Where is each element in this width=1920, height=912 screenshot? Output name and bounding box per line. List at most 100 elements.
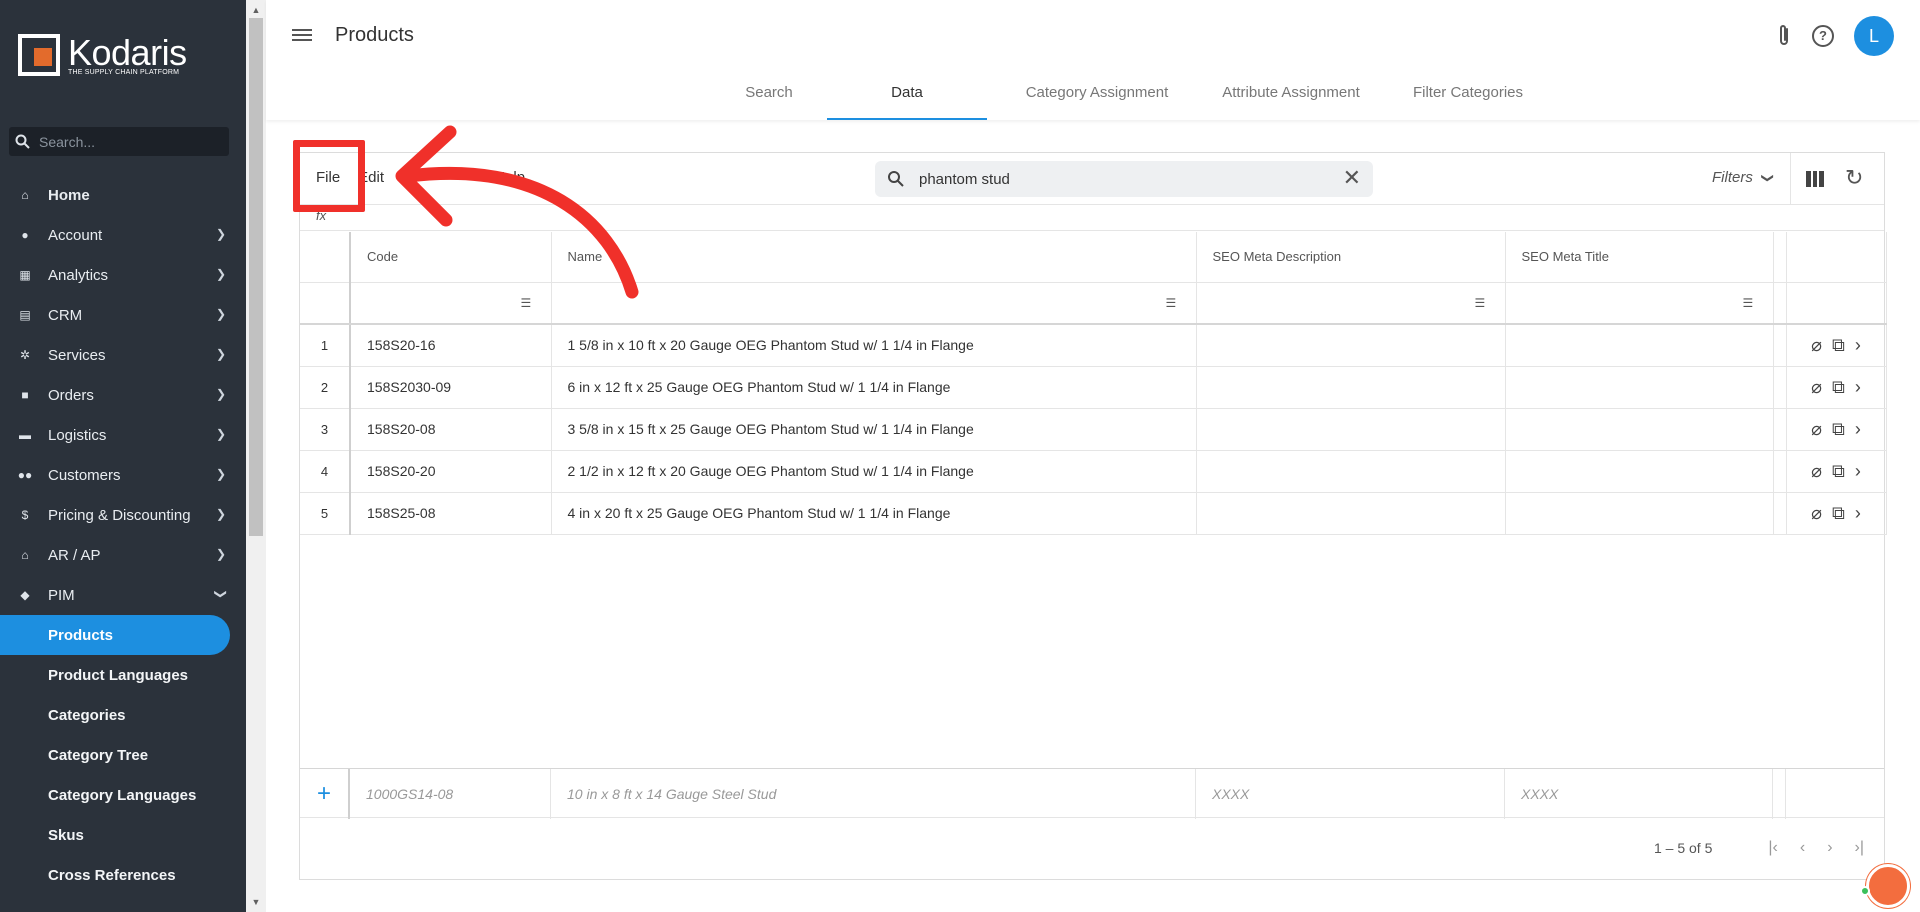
sidebar-search-input[interactable] — [39, 133, 209, 150]
refresh-icon[interactable]: ↻ — [1845, 165, 1863, 191]
sidebar-item-pricing[interactable]: $ Pricing & Discounting ❯ — [0, 495, 246, 535]
cell-seo-desc[interactable] — [1196, 408, 1506, 451]
sidebar-item-services[interactable]: ✲ Services ❯ — [0, 335, 246, 375]
new-row-name-placeholder[interactable]: 10 in x 8 ft x 14 Gauge Steel Stud — [551, 769, 1196, 819]
cell-seo-title[interactable] — [1505, 450, 1774, 493]
scrollbar-thumb[interactable] — [249, 18, 263, 536]
sidebar-subitem-category-languages[interactable]: Category Languages — [0, 775, 246, 815]
close-icon[interactable]: ✕ — [1343, 167, 1361, 189]
chevron-right-icon[interactable]: › — [1855, 419, 1861, 440]
filters-dropdown[interactable]: Filters ❯ — [1712, 169, 1775, 186]
tab-category-assignment[interactable]: Category Assignment — [997, 78, 1197, 120]
filter-cell-seo-title[interactable]: ☰ — [1505, 282, 1774, 325]
sidebar-item-crm[interactable]: ▤ CRM ❯ — [0, 295, 246, 335]
sidebar-subitem-skus[interactable]: Skus — [0, 815, 246, 855]
table-row[interactable]: 5 158S25-08 4 in x 20 ft x 25 Gauge OEG … — [300, 492, 1887, 535]
cell-seo-desc[interactable] — [1196, 324, 1506, 367]
row-actions: ⌀ ⧉ › — [1786, 324, 1887, 367]
chevron-right-icon[interactable]: › — [1855, 503, 1861, 524]
row-actions: ⌀ ⧉ › — [1786, 408, 1887, 451]
cell-seo-desc[interactable] — [1196, 492, 1506, 535]
new-row-seo-desc-placeholder[interactable]: XXXX — [1196, 769, 1505, 819]
cell-name[interactable]: 4 in x 20 ft x 25 Gauge OEG Phantom Stud… — [551, 492, 1197, 535]
column-header-seo-meta-description[interactable]: SEO Meta Description — [1196, 232, 1506, 283]
cell-name[interactable]: 2 1/2 in x 12 ft x 20 Gauge OEG Phantom … — [551, 450, 1197, 493]
columns-icon[interactable] — [1806, 171, 1826, 187]
sidebar-subitem-product-languages[interactable]: Product Languages — [0, 655, 246, 695]
tab-filter-categories[interactable]: Filter Categories — [1383, 78, 1553, 120]
first-page-icon[interactable]: |‹ — [1768, 839, 1777, 857]
sidebar-item-pim[interactable]: ◆ PIM ❯ — [0, 575, 246, 615]
cell-name[interactable]: 3 5/8 in x 15 ft x 25 Gauge OEG Phantom … — [551, 408, 1197, 451]
open-external-icon[interactable]: ⧉ — [1832, 419, 1845, 440]
paperclip-icon[interactable]: ⌀ — [1811, 377, 1822, 398]
cell-code[interactable]: 158S20-20 — [350, 450, 552, 493]
cell-name[interactable]: 6 in x 12 ft x 25 Gauge OEG Phantom Stud… — [551, 366, 1197, 409]
table-row[interactable]: 3 158S20-08 3 5/8 in x 15 ft x 25 Gauge … — [300, 408, 1887, 451]
cell-seo-title[interactable] — [1505, 366, 1774, 409]
grid-search-input[interactable] — [919, 170, 1319, 188]
column-header-seo-meta-title[interactable]: SEO Meta Title — [1505, 232, 1774, 283]
new-row-code-placeholder[interactable]: 1000GS14-08 — [350, 769, 551, 819]
open-external-icon[interactable]: ⧉ — [1832, 461, 1845, 482]
filter-icon[interactable]: ☰ — [1475, 296, 1489, 310]
table-row[interactable]: 1 158S20-16 1 5/8 in x 10 ft x 20 Gauge … — [300, 324, 1887, 367]
sidebar-item-customers[interactable]: ●● Customers ❯ — [0, 455, 246, 495]
table-row[interactable]: 4 158S20-20 2 1/2 in x 12 ft x 20 Gauge … — [300, 450, 1887, 493]
tab-search[interactable]: Search — [709, 78, 829, 120]
sidebar-item-home[interactable]: ⌂ Home — [0, 175, 246, 215]
tab-attribute-assignment[interactable]: Attribute Assignment — [1191, 78, 1391, 120]
paperclip-icon[interactable]: ⌀ — [1811, 335, 1822, 356]
table-row[interactable]: 2 158S2030-09 6 in x 12 ft x 25 Gauge OE… — [300, 366, 1887, 409]
cell-code[interactable]: 158S20-08 — [350, 408, 552, 451]
sidebar-item-analytics[interactable]: ▦ Analytics ❯ — [0, 255, 246, 295]
cell-seo-desc[interactable] — [1196, 450, 1506, 493]
chat-icon[interactable] — [1866, 864, 1910, 908]
cell-seo-title[interactable] — [1505, 408, 1774, 451]
new-row-seo-title-placeholder[interactable]: XXXX — [1505, 769, 1773, 819]
open-external-icon[interactable]: ⧉ — [1832, 377, 1845, 398]
sidebar-subitem-category-tree[interactable]: Category Tree — [0, 735, 246, 775]
logo-tagline: THE SUPPLY CHAIN PLATFORM — [68, 68, 180, 76]
cell-name[interactable]: 1 5/8 in x 10 ft x 20 Gauge OEG Phantom … — [551, 324, 1197, 367]
sidebar-item-orders[interactable]: ■ Orders ❯ — [0, 375, 246, 415]
open-external-icon[interactable]: ⧉ — [1832, 335, 1845, 356]
cell-code[interactable]: 158S20-16 — [350, 324, 552, 367]
sidebar-item-account[interactable]: ● Account ❯ — [0, 215, 246, 255]
sidebar-subitem-categories[interactable]: Categories — [0, 695, 246, 735]
scroll-down-arrow-icon[interactable]: ▼ — [246, 894, 266, 910]
kodaris-logo[interactable]: Kodaris THE SUPPLY CHAIN PLATFORM — [18, 34, 187, 76]
cell-code[interactable]: 158S25-08 — [350, 492, 552, 535]
chevron-right-icon[interactable]: › — [1855, 335, 1861, 356]
next-page-icon[interactable]: › — [1827, 839, 1832, 857]
cell-seo-title[interactable] — [1505, 324, 1774, 367]
avatar[interactable]: L — [1854, 16, 1894, 56]
paperclip-icon[interactable] — [1774, 23, 1794, 49]
chevron-right-icon[interactable]: › — [1855, 377, 1861, 398]
cell-seo-desc[interactable] — [1196, 366, 1506, 409]
tab-data[interactable]: Data — [827, 78, 987, 120]
search-icon — [15, 134, 30, 149]
cell-seo-title[interactable] — [1505, 492, 1774, 535]
sidebar-item-label: Account — [48, 226, 103, 244]
sidebar-subitem-cross-references[interactable]: Cross References — [0, 855, 246, 895]
filter-icon[interactable]: ☰ — [1743, 296, 1757, 310]
filter-cell-seo-desc[interactable]: ☰ — [1196, 282, 1506, 325]
last-page-icon[interactable]: ›| — [1855, 839, 1864, 857]
paperclip-icon[interactable]: ⌀ — [1811, 461, 1822, 482]
scroll-up-arrow-icon[interactable]: ▲ — [246, 2, 266, 18]
sidebar-scrollbar[interactable]: ▲ ▼ — [246, 0, 266, 912]
prev-page-icon[interactable]: ‹ — [1800, 839, 1805, 857]
paperclip-icon[interactable]: ⌀ — [1811, 419, 1822, 440]
sidebar-item-logistics[interactable]: ▬ Logistics ❯ — [0, 415, 246, 455]
sidebar-subitem-products[interactable]: Products — [0, 615, 230, 655]
help-icon[interactable]: ? — [1812, 25, 1834, 47]
chevron-right-icon[interactable]: › — [1855, 461, 1861, 482]
open-external-icon[interactable]: ⧉ — [1832, 503, 1845, 524]
cell-code[interactable]: 158S2030-09 — [350, 366, 552, 409]
sidebar-item-ar-ap[interactable]: ⌂ AR / AP ❯ — [0, 535, 246, 575]
add-row-button[interactable]: + — [300, 769, 350, 819]
filter-icon[interactable]: ☰ — [1166, 296, 1180, 310]
paperclip-icon[interactable]: ⌀ — [1811, 503, 1822, 524]
hamburger-menu-icon[interactable] — [292, 26, 312, 46]
